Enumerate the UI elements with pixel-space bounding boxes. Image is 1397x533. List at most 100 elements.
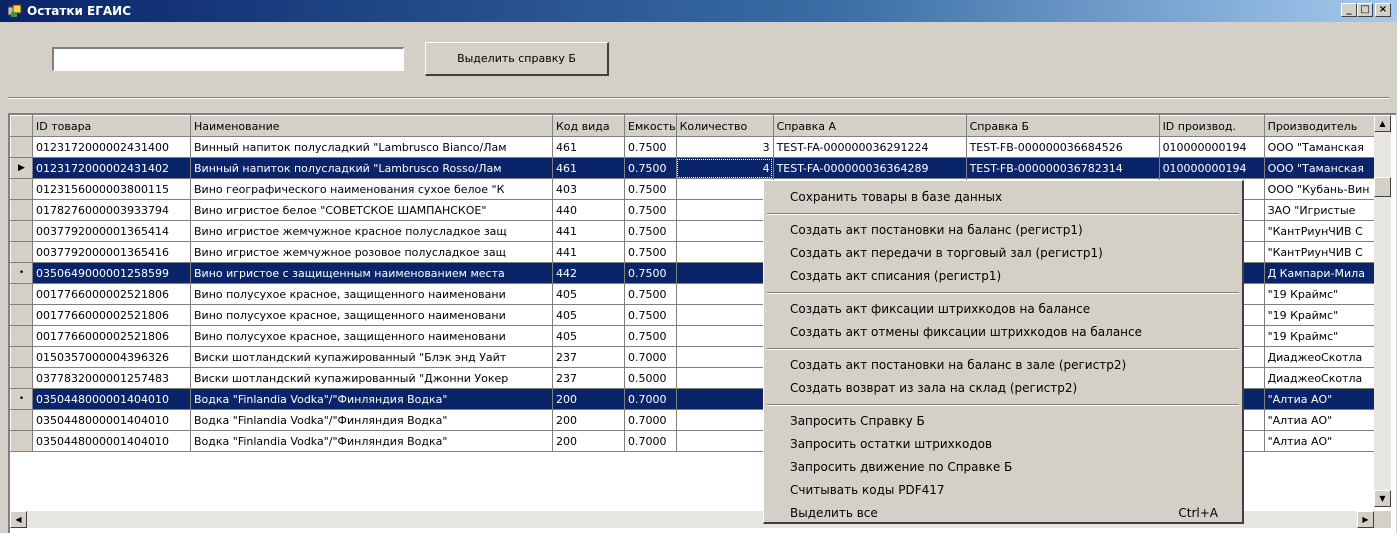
- cell-qty[interactable]: 1: [676, 346, 774, 368]
- cell-qty[interactable]: 1: [676, 220, 774, 242]
- column-header-id-prod[interactable]: ID производ.: [1158, 115, 1265, 137]
- cell-kod[interactable]: 461: [552, 157, 625, 179]
- cell-name[interactable]: Винный напиток полусладкий "Lambrusco Ro…: [190, 157, 553, 179]
- cell-name[interactable]: Вино игристое с защищенным наименованием…: [190, 262, 553, 284]
- cell-name[interactable]: Вино игристое жемчужное красное полуслад…: [190, 220, 553, 242]
- cell-producer[interactable]: "19 Краймс": [1264, 325, 1377, 347]
- cell-emkost[interactable]: 0.7500: [624, 178, 677, 200]
- cell-emkost[interactable]: 0.7000: [624, 388, 677, 410]
- menu-item[interactable]: Запросить Справку Б: [790, 411, 1230, 431]
- row-indicator[interactable]: [10, 241, 33, 263]
- row-indicator[interactable]: [10, 409, 33, 431]
- column-header-emkost[interactable]: Емкость: [624, 115, 677, 137]
- table-row[interactable]: 0123172000002431400 Винный напиток полусл…: [10, 136, 1377, 158]
- row-indicator[interactable]: [10, 199, 33, 221]
- cell-qty[interactable]: 1: [676, 409, 774, 431]
- cell-id-prod[interactable]: 010000000194: [1159, 157, 1265, 179]
- cell-id[interactable]: 0037792000001365416: [32, 241, 191, 263]
- cell-emkost[interactable]: 0.7000: [624, 409, 677, 431]
- row-indicator[interactable]: [10, 430, 33, 452]
- scroll-up-icon[interactable]: ▲: [1374, 115, 1391, 132]
- cell-qty[interactable]: 5: [676, 283, 774, 305]
- cell-kod[interactable]: 405: [552, 283, 625, 305]
- row-indicator[interactable]: [10, 283, 33, 305]
- row-indicator[interactable]: [10, 367, 33, 389]
- cell-producer[interactable]: "Алтиа АО": [1264, 388, 1377, 410]
- cell-emkost[interactable]: 0.7500: [624, 220, 677, 242]
- row-indicator[interactable]: •: [10, 262, 33, 284]
- cell-emkost[interactable]: 0.7500: [624, 136, 677, 158]
- cell-emkost[interactable]: 0.7500: [624, 325, 677, 347]
- menu-item[interactable]: Создать акт отмены фиксации штрихкодов н…: [790, 322, 1230, 342]
- cell-spravka-a[interactable]: TEST-FA-000000036364289: [773, 157, 967, 179]
- cell-name[interactable]: Виски шотландский купажированный "Блэк э…: [190, 346, 553, 368]
- cell-id-prod[interactable]: 010000000194: [1159, 136, 1265, 158]
- row-indicator[interactable]: [10, 178, 33, 200]
- cell-qty[interactable]: 4: [676, 262, 774, 284]
- column-header-name[interactable]: Наименование: [190, 115, 553, 137]
- cell-producer[interactable]: ДиаджеоСкотла: [1264, 367, 1377, 389]
- cell-emkost[interactable]: 0.7000: [624, 430, 677, 452]
- row-indicator[interactable]: [10, 220, 33, 242]
- cell-qty[interactable]: 3: [676, 241, 774, 263]
- menu-item[interactable]: Считывать коды PDF417: [790, 480, 1230, 500]
- cell-kod[interactable]: 200: [552, 430, 625, 452]
- cell-emkost[interactable]: 0.7000: [624, 346, 677, 368]
- cell-id[interactable]: 0178276000003933794: [32, 199, 191, 221]
- maximize-button[interactable]: □: [1357, 3, 1373, 17]
- cell-spravka-b[interactable]: TEST-FB-000000036684526: [966, 136, 1160, 158]
- column-header-kod[interactable]: Код вида: [552, 115, 625, 137]
- cell-id[interactable]: 0123172000002431400: [32, 136, 191, 158]
- cell-kod[interactable]: 237: [552, 367, 625, 389]
- row-indicator[interactable]: ▶: [10, 157, 33, 179]
- cell-emkost[interactable]: 0.7500: [624, 304, 677, 326]
- menu-item[interactable]: Создать акт передачи в торговый зал (рег…: [790, 243, 1230, 263]
- cell-producer[interactable]: "Алтиа АО": [1264, 409, 1377, 431]
- cell-qty[interactable]: 9: [676, 325, 774, 347]
- cell-name[interactable]: Вино полусухое красное, защищенного наим…: [190, 325, 553, 347]
- cell-producer[interactable]: "КантРиунЧИВ С: [1264, 220, 1377, 242]
- cell-qty[interactable]: 7: [676, 367, 774, 389]
- cell-kod[interactable]: 405: [552, 325, 625, 347]
- cell-producer[interactable]: "Алтиа АО": [1264, 430, 1377, 452]
- cell-id[interactable]: 0037792000001365414: [32, 220, 191, 242]
- cell-producer[interactable]: "19 Краймс": [1264, 304, 1377, 326]
- cell-producer[interactable]: "КантРиунЧИВ С: [1264, 241, 1377, 263]
- cell-qty[interactable]: 4: [676, 157, 774, 179]
- cell-kod[interactable]: 200: [552, 388, 625, 410]
- cell-kod[interactable]: 442: [552, 262, 625, 284]
- cell-id[interactable]: 0150357000004396326: [32, 346, 191, 368]
- row-indicator[interactable]: [10, 325, 33, 347]
- cell-qty[interactable]: 1: [676, 430, 774, 452]
- cell-producer[interactable]: ООО "Таманская: [1264, 136, 1377, 158]
- column-header-producer[interactable]: Производитель: [1263, 115, 1377, 137]
- minimize-button[interactable]: _: [1341, 3, 1357, 17]
- scroll-right-icon[interactable]: ▶: [1357, 511, 1374, 528]
- cell-id[interactable]: 0017766000002521806: [32, 283, 191, 305]
- cell-name[interactable]: Вино игристое жемчужное розовое полуслад…: [190, 241, 553, 263]
- cell-emkost[interactable]: 0.7500: [624, 241, 677, 263]
- cell-name[interactable]: Вино полусухое красное, защищенного наим…: [190, 304, 553, 326]
- cell-name[interactable]: Виски шотландский купажированный "Джонни…: [190, 367, 553, 389]
- column-header-spravka-b[interactable]: Справка Б: [965, 115, 1160, 137]
- cell-id[interactable]: 0350448000001404010: [32, 430, 191, 452]
- scroll-thumb[interactable]: [1374, 177, 1391, 197]
- menu-item[interactable]: Сохранить товары в базе данных: [790, 187, 1230, 207]
- menu-item[interactable]: Запросить движение по Справке Б: [790, 457, 1230, 477]
- column-header-spravka-a[interactable]: Справка А: [772, 115, 967, 137]
- row-indicator[interactable]: [10, 304, 33, 326]
- cell-id[interactable]: 0377832000001257483: [32, 367, 191, 389]
- cell-emkost[interactable]: 0.7500: [624, 283, 677, 305]
- cell-kod[interactable]: 403: [552, 178, 625, 200]
- cell-qty[interactable]: 5: [676, 304, 774, 326]
- cell-producer[interactable]: Д Кампари-Мила: [1264, 262, 1377, 284]
- vertical-scrollbar[interactable]: ▲ ▼: [1374, 115, 1391, 507]
- cell-name[interactable]: Водка "Finlandia Vodka"/"Финляндия Водка…: [190, 409, 553, 431]
- cell-kod[interactable]: 441: [552, 241, 625, 263]
- menu-item[interactable]: Запросить остатки штрихкодов: [790, 434, 1230, 454]
- scroll-down-icon[interactable]: ▼: [1374, 490, 1391, 507]
- cell-producer[interactable]: ДиаджеоСкотла: [1264, 346, 1377, 368]
- cell-name[interactable]: Винный напиток полусладкий "Lambrusco Bi…: [190, 136, 553, 158]
- column-header-id[interactable]: ID товара: [32, 115, 191, 137]
- row-indicator[interactable]: [10, 136, 33, 158]
